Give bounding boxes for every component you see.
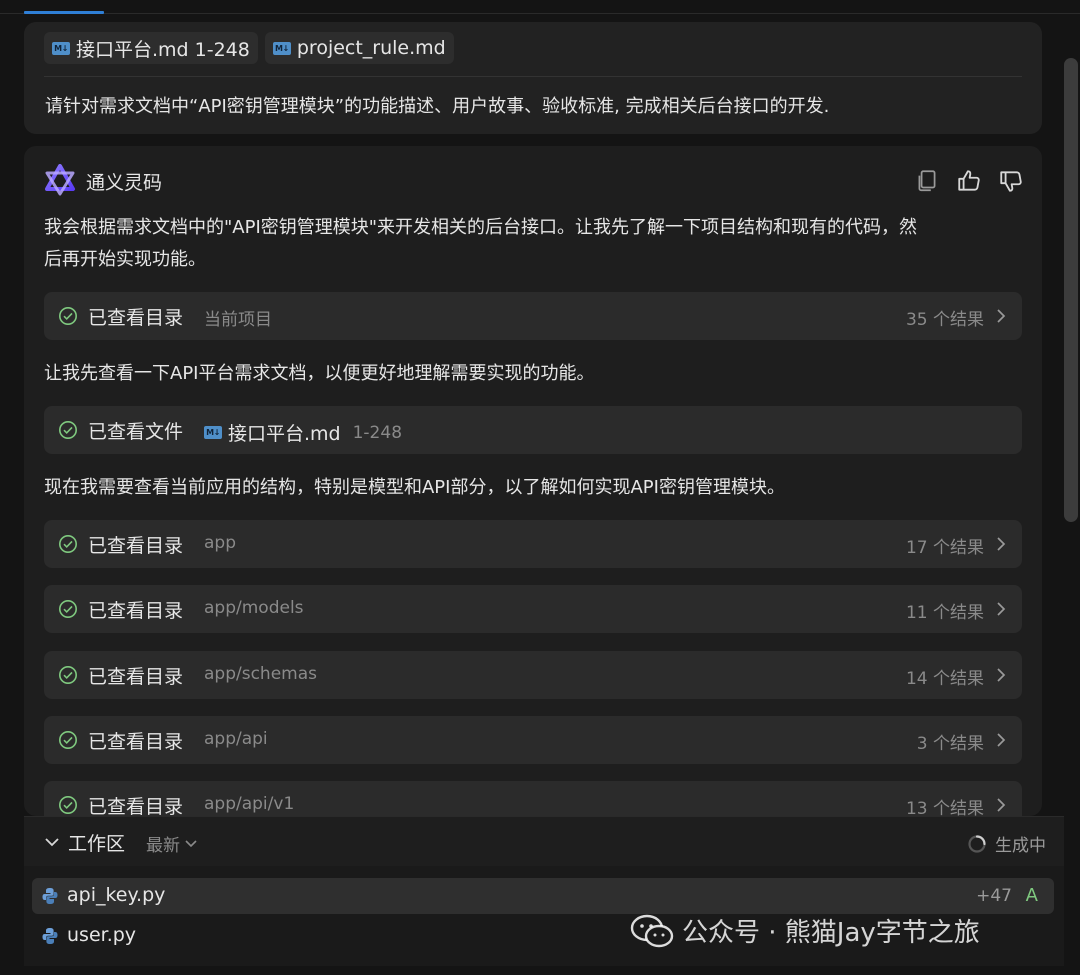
tool-step-list-dir[interactable]: 已查看目录 app 17 个结果 xyxy=(44,520,1022,568)
tool-step-label: 已查看目录 xyxy=(88,535,184,557)
thumbs-up-icon[interactable] xyxy=(956,168,982,194)
divider xyxy=(44,76,1022,77)
workspace-title: 工作区 xyxy=(68,833,126,855)
tool-step-target: app xyxy=(204,533,236,553)
chevron-right-icon xyxy=(997,668,1006,682)
check-circle-icon xyxy=(59,535,77,553)
tab-strip-divider xyxy=(0,13,1080,14)
tool-step-target: app/api/v1 xyxy=(204,794,295,814)
chevron-right-icon xyxy=(997,537,1006,551)
tool-step-list-dir[interactable]: 已查看目录 当前项目 35 个结果 xyxy=(44,292,1022,340)
tool-step-read-file[interactable]: 已查看文件 M↓ 接口平台.md 1-248 xyxy=(44,406,1022,454)
chip-label: project_rule.md xyxy=(296,37,446,59)
wechat-icon xyxy=(630,914,674,947)
spinner-icon xyxy=(968,834,986,853)
context-chips: M↓ 接口平台.md 1-248 M↓ project_rule.md xyxy=(44,32,454,64)
context-chip-api-doc[interactable]: M↓ 接口平台.md 1-248 xyxy=(44,32,258,64)
chevron-right-icon xyxy=(997,602,1006,616)
tool-step-target: 当前项目 xyxy=(204,310,272,330)
tool-step-label: 已查看目录 xyxy=(88,666,184,688)
sort-label: 最新 xyxy=(146,836,180,856)
workspace-header[interactable]: 工作区 最新 生成中 xyxy=(24,816,1064,866)
tongyi-lingma-logo-icon xyxy=(45,164,75,196)
copy-icon[interactable] xyxy=(914,168,940,194)
tool-step-label: 已查看目录 xyxy=(88,796,184,816)
sort-dropdown[interactable]: 最新 xyxy=(146,831,198,856)
user-message-text: 请针对需求文档中“API密钥管理模块”的功能描述、用户故事、验收标准, 完成相关… xyxy=(45,96,830,117)
markdown-icon: M↓ xyxy=(272,41,291,55)
chevron-down-icon xyxy=(185,839,197,847)
tool-step-target: app/schemas xyxy=(204,664,317,684)
tool-step-target: app/api xyxy=(204,729,268,749)
tool-step-target: M↓ 接口平台.md 1-248 xyxy=(204,419,402,446)
tool-step-list-dir[interactable]: 已查看目录 app/api 3 个结果 xyxy=(44,716,1022,764)
user-message: M↓ 接口平台.md 1-248 M↓ project_rule.md 请针对需… xyxy=(24,22,1042,134)
generation-status: 生成中 xyxy=(967,831,1046,856)
result-count: 13 个结果 xyxy=(905,799,984,816)
result-count: 3 个结果 xyxy=(916,734,984,754)
assistant-text: 现在我需要查看当前应用的结构，特别是模型和API部分，以了解如何实现API密钥管… xyxy=(44,477,785,498)
tool-step-list-dir[interactable]: 已查看目录 app/api/v1 13 个结果 xyxy=(44,781,1022,816)
assistant-text: 我会根据需求文档中的"API密钥管理模块"来开发相关的后台接口。让我先了解一下项… xyxy=(44,217,918,238)
file-name: 接口平台.md xyxy=(228,423,341,445)
tool-step-list-dir[interactable]: 已查看目录 app/models 11 个结果 xyxy=(44,585,1022,633)
chat-window: M↓ 接口平台.md 1-248 M↓ project_rule.md 请针对需… xyxy=(0,0,1080,975)
check-circle-icon xyxy=(59,421,77,439)
file-name: user.py xyxy=(67,924,137,946)
scrollbar-thumb[interactable] xyxy=(1064,58,1078,522)
check-circle-icon xyxy=(59,731,77,749)
assistant-name: 通义灵码 xyxy=(86,172,163,194)
active-tab-indicator[interactable] xyxy=(24,11,104,14)
result-count: 11 个结果 xyxy=(905,603,984,623)
file-item-api-key[interactable]: api_key.py +47 A xyxy=(32,878,1054,914)
chevron-right-icon xyxy=(997,733,1006,747)
thumbs-down-icon[interactable] xyxy=(998,168,1024,194)
chip-label: 接口平台.md 1-248 xyxy=(76,38,250,61)
assistant-header: 通义灵码 xyxy=(44,164,1024,198)
bottom-edge xyxy=(0,966,1080,975)
tool-step-target: app/models xyxy=(204,598,304,618)
chevron-right-icon xyxy=(997,798,1006,812)
context-chip-project-rule[interactable]: M↓ project_rule.md xyxy=(264,32,454,64)
watermark-text: 公众号 · 熊猫Jay字节之旅 xyxy=(682,918,980,948)
tool-step-list-dir[interactable]: 已查看目录 app/schemas 14 个结果 xyxy=(44,651,1022,699)
assistant-message: 通义灵码 我会根据需求文档中的"API密钥管理模块"来开发相关的后台接口。让我先… xyxy=(24,146,1042,816)
chevron-right-icon xyxy=(997,309,1006,323)
markdown-icon: M↓ xyxy=(52,41,70,55)
check-circle-icon xyxy=(59,796,77,814)
tool-step-label: 已查看目录 xyxy=(88,600,184,622)
result-count: 35 个结果 xyxy=(905,310,984,330)
tool-step-label: 已查看目录 xyxy=(88,307,184,329)
status-text: 生成中 xyxy=(995,836,1046,856)
line-range: 1-248 xyxy=(352,422,403,443)
check-circle-icon xyxy=(59,307,77,325)
chevron-down-icon[interactable] xyxy=(44,835,60,849)
result-count: 17 个结果 xyxy=(905,538,984,558)
file-name: api_key.py xyxy=(67,884,166,906)
assistant-text: 后再开始实现功能。 xyxy=(44,249,206,270)
markdown-icon: M↓ xyxy=(204,426,222,439)
python-file-icon xyxy=(42,888,58,904)
added-status-badge: A xyxy=(1025,885,1038,906)
python-file-icon xyxy=(42,928,58,944)
watermark: 公众号 · 熊猫Jay字节之旅 xyxy=(630,912,980,949)
check-circle-icon xyxy=(59,600,77,618)
result-count: 14 个结果 xyxy=(905,669,984,689)
tool-step-label: 已查看目录 xyxy=(88,731,184,753)
tool-step-label: 已查看文件 xyxy=(88,421,184,443)
message-actions xyxy=(914,168,1024,194)
tab-strip xyxy=(0,0,1080,14)
diff-count: +47 xyxy=(976,886,1012,906)
check-circle-icon xyxy=(59,666,77,684)
assistant-text: 让我先查看一下API平台需求文档，以便更好地理解需要实现的功能。 xyxy=(44,363,595,384)
